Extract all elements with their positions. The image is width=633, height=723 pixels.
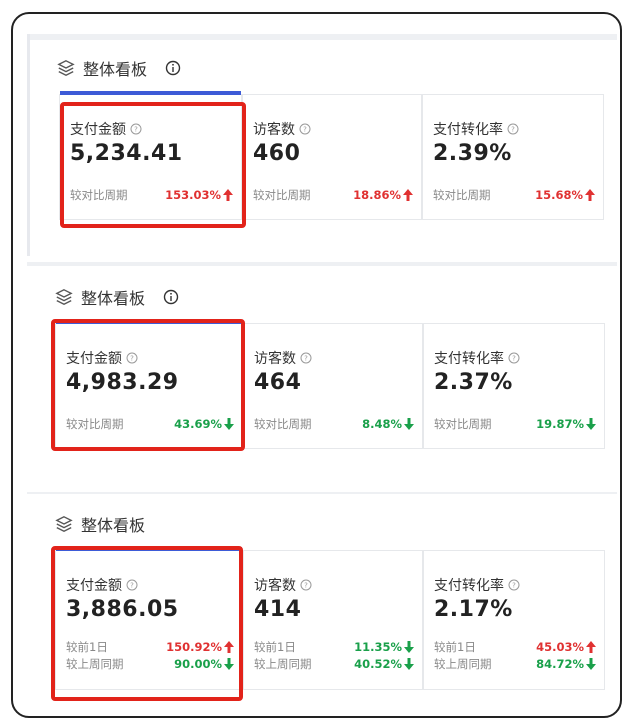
metric-value: 2.39%: [433, 141, 512, 166]
help-icon[interactable]: ?: [507, 123, 519, 135]
info-icon[interactable]: [165, 60, 181, 76]
svg-text:?: ?: [304, 355, 308, 363]
metric-card-visitors[interactable]: 访客数? 460 较对比周期 18.86%: [242, 94, 422, 220]
panel-title: 整体看板: [81, 516, 146, 535]
panel-left-divider: [27, 34, 30, 256]
svg-text:?: ?: [304, 582, 308, 590]
metric-label: 支付转化率?: [433, 119, 519, 139]
panel-separator: [27, 492, 617, 494]
highlight-box: [51, 546, 243, 701]
arrow-down-icon: [404, 658, 414, 670]
metric-value: 414: [254, 597, 302, 622]
help-icon[interactable]: ?: [508, 579, 520, 591]
help-icon[interactable]: ?: [299, 123, 311, 135]
screenshot-frame: 整体看板 支付金额? 5,234.41 较对比周期 153.03% 访客数? 46…: [11, 12, 622, 718]
comparison-row: 较上周同期 40.52%: [254, 656, 414, 672]
panel-header: 整体看板: [55, 512, 145, 536]
panel-title: 整体看板: [83, 60, 148, 79]
metric-card-conversion[interactable]: 支付转化率? 2.39% 较对比周期 15.68%: [422, 94, 604, 220]
metric-value: 464: [254, 370, 302, 395]
arrow-down-icon: [586, 418, 596, 430]
panel-title: 整体看板: [81, 289, 146, 308]
comparison-row: 较前1日 45.03%: [434, 639, 596, 655]
arrow-up-icon: [586, 641, 596, 653]
comparison-row: 较对比周期 18.86%: [253, 187, 413, 203]
highlight-box: [51, 319, 245, 451]
metric-card-conversion[interactable]: 支付转化率? 2.17% 较前1日 45.03% 较上周同期 84.72%: [423, 550, 605, 690]
info-icon[interactable]: [163, 289, 179, 305]
svg-text:?: ?: [303, 126, 307, 134]
panel-top-divider: [27, 34, 617, 40]
help-icon[interactable]: ?: [300, 579, 312, 591]
arrow-down-icon: [586, 658, 596, 670]
comparison-row: 较对比周期 19.87%: [434, 416, 596, 432]
metric-label: 支付转化率?: [434, 575, 520, 595]
panel-header: 整体看板: [55, 285, 179, 309]
metric-label: 访客数?: [254, 348, 312, 368]
metric-label: 访客数?: [253, 119, 311, 139]
svg-text:?: ?: [511, 126, 515, 134]
svg-text:?: ?: [512, 582, 516, 590]
highlight-box: [60, 102, 246, 228]
metric-card-visitors[interactable]: 访客数? 464 较对比周期 8.48%: [243, 323, 423, 449]
metric-card-conversion[interactable]: 支付转化率? 2.37% 较对比周期 19.87%: [423, 323, 605, 449]
arrow-up-icon: [403, 189, 413, 201]
metric-card-visitors[interactable]: 访客数? 414 较前1日 11.35% 较上周同期 40.52%: [243, 550, 423, 690]
help-icon[interactable]: ?: [508, 352, 520, 364]
svg-text:?: ?: [512, 355, 516, 363]
panel-header: 整体看板: [57, 56, 181, 80]
metric-label: 支付转化率?: [434, 348, 520, 368]
active-indicator: [60, 91, 241, 95]
metric-label: 访客数?: [254, 575, 312, 595]
arrow-down-icon: [404, 641, 414, 653]
metric-value: 460: [253, 141, 301, 166]
arrow-down-icon: [404, 418, 414, 430]
layers-icon: [55, 289, 73, 305]
help-icon[interactable]: ?: [300, 352, 312, 364]
panel-separator: [27, 262, 617, 266]
metric-value: 2.17%: [434, 597, 513, 622]
comparison-row: 较对比周期 15.68%: [433, 187, 595, 203]
metric-value: 2.37%: [434, 370, 513, 395]
arrow-up-icon: [585, 189, 595, 201]
layers-icon: [55, 516, 73, 532]
comparison-row: 较上周同期 84.72%: [434, 656, 596, 672]
comparison-row: 较前1日 11.35%: [254, 639, 414, 655]
comparison-row: 较对比周期 8.48%: [254, 416, 414, 432]
layers-icon: [57, 60, 75, 76]
